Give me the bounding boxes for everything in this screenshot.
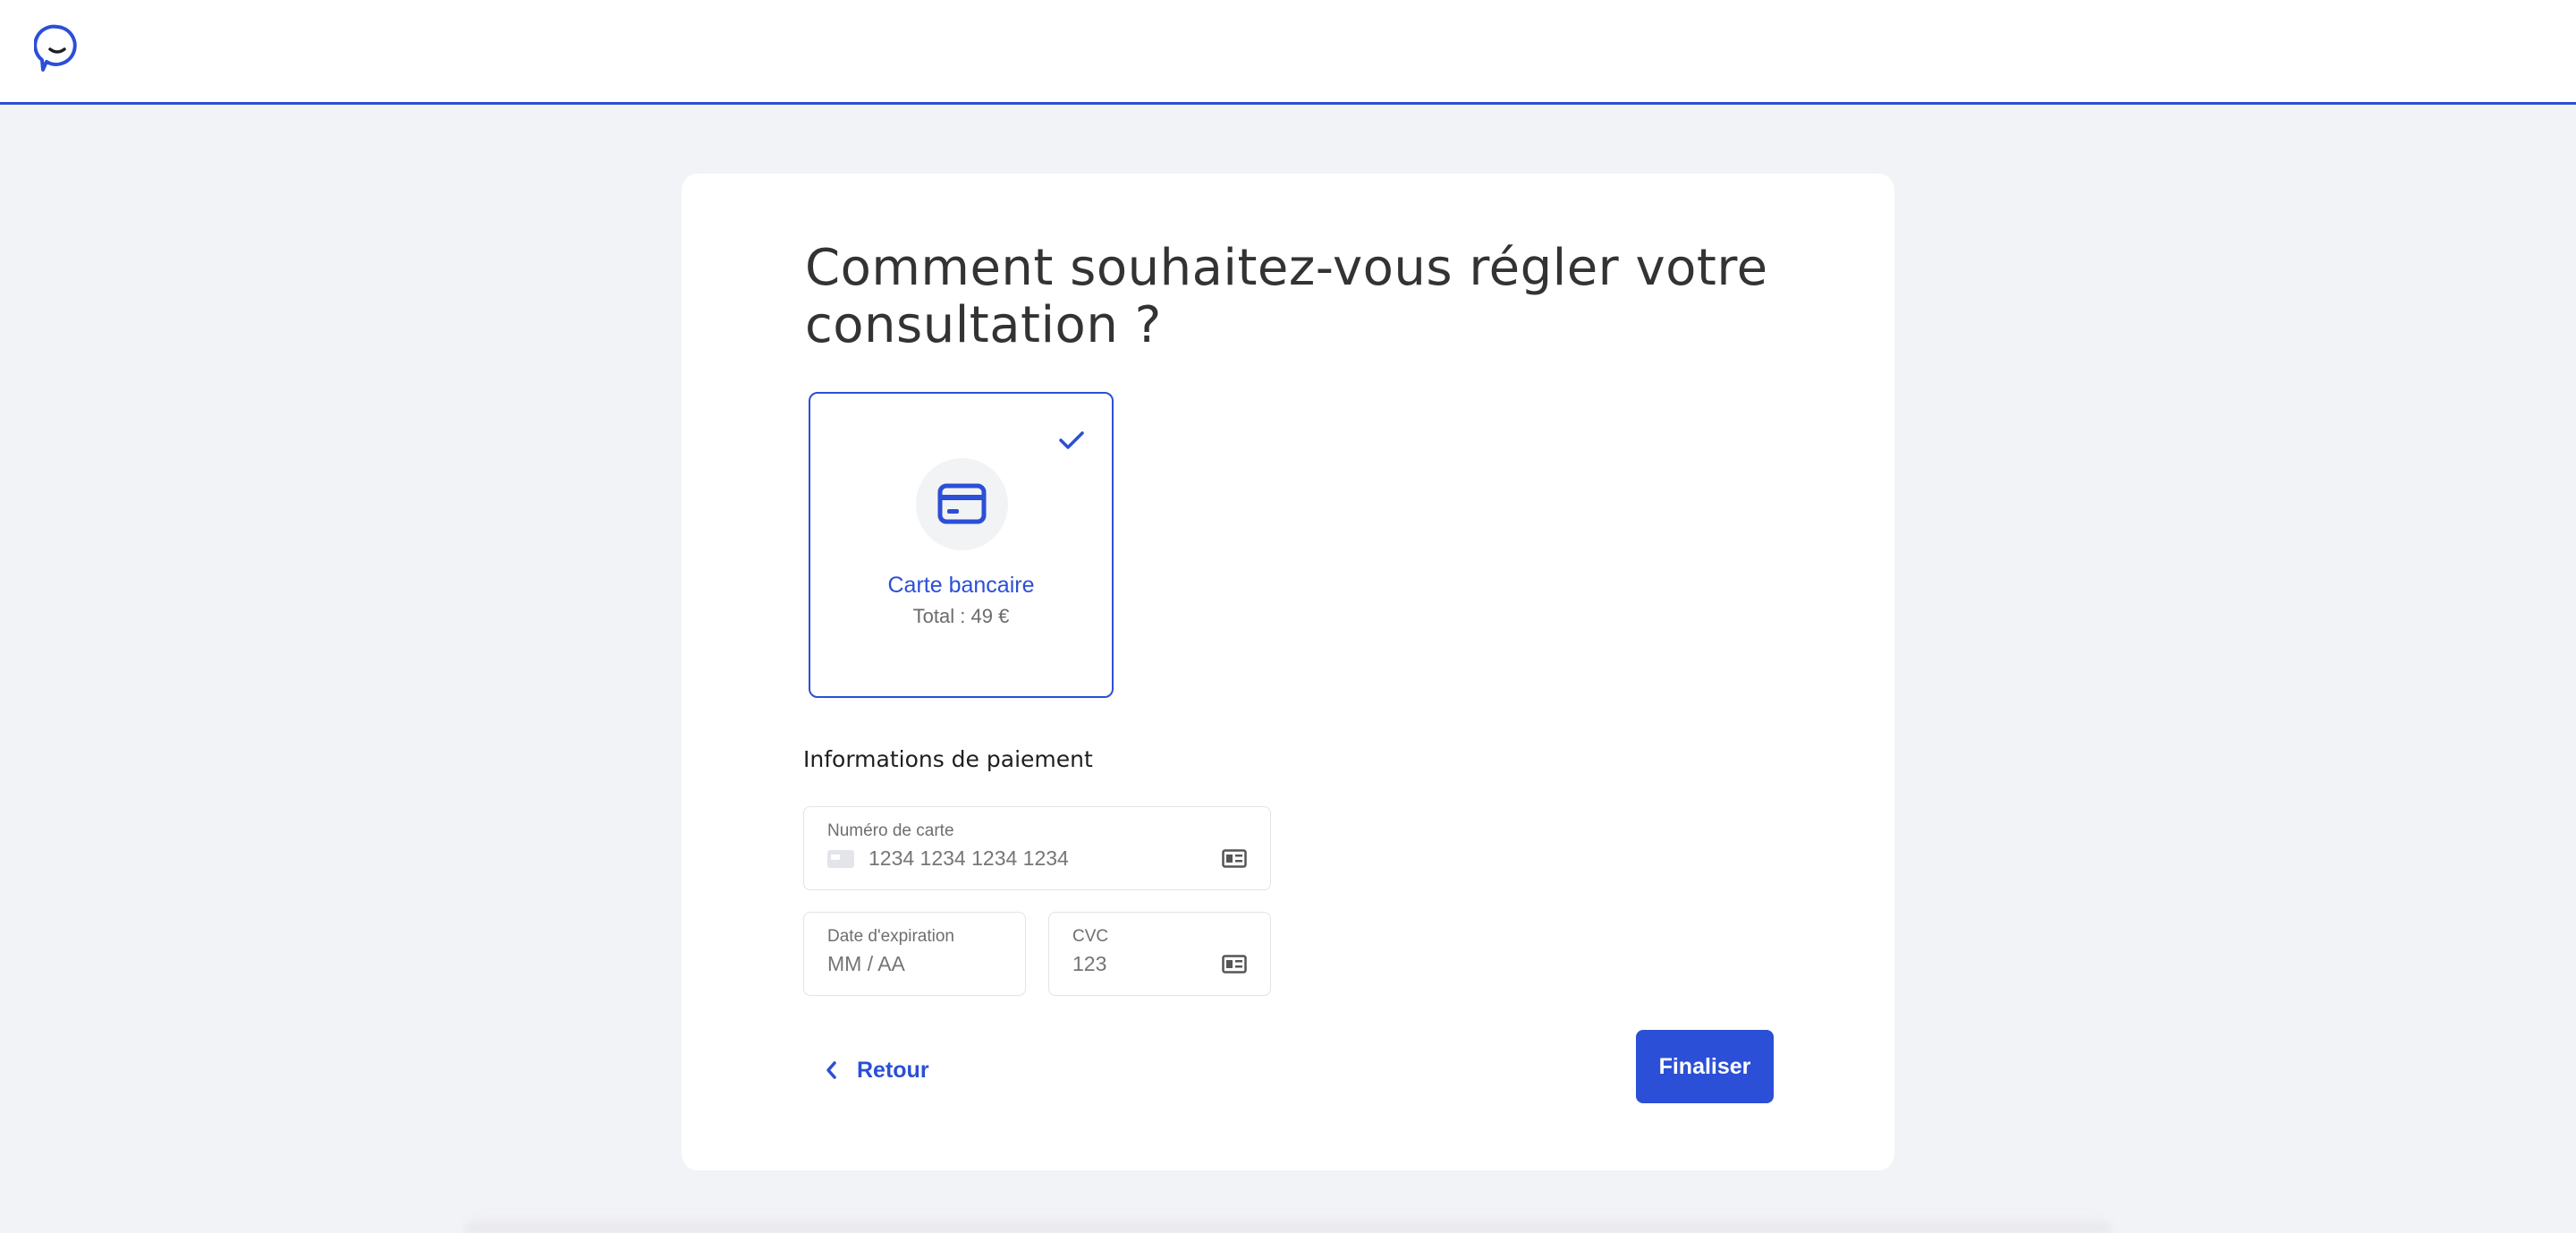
card-number-input[interactable]: [869, 846, 1208, 871]
cvc-label: CVC: [1072, 927, 1109, 946]
method-icon-circle: [916, 458, 1008, 550]
logo-icon[interactable]: [34, 23, 80, 73]
top-bar: [0, 0, 2576, 105]
expiry-date-field[interactable]: Date d'expiration: [803, 912, 1026, 996]
back-label: Retour: [857, 1057, 929, 1083]
checkmark-icon: [1059, 431, 1084, 449]
chevron-left-icon: [826, 1061, 836, 1079]
credit-card-icon: [937, 483, 987, 524]
cvc-input[interactable]: [1072, 952, 1207, 976]
payment-method-label: Carte bancaire: [887, 573, 1035, 598]
bottom-panel-edge: [465, 1213, 2111, 1233]
expiry-date-label: Date d'expiration: [827, 927, 954, 946]
payment-total: Total : 49 €: [912, 605, 1010, 627]
card-scan-icon: [1222, 849, 1247, 868]
cvc-card-icon: [1222, 955, 1247, 974]
card-number-field[interactable]: Numéro de carte: [803, 806, 1271, 890]
cvc-field[interactable]: CVC: [1048, 912, 1271, 996]
card-number-label: Numéro de carte: [827, 821, 954, 840]
card-brand-icon: [827, 850, 854, 868]
back-button[interactable]: Retour: [825, 1050, 929, 1090]
finalize-button[interactable]: Finaliser: [1636, 1030, 1774, 1103]
payment-info-heading: Informations de paiement: [803, 746, 1093, 772]
payment-method-card-option[interactable]: Carte bancaire Total : 49 €: [809, 392, 1114, 698]
payment-card: Comment souhaitez-vous régler votre cons…: [682, 174, 1894, 1170]
expiry-date-input[interactable]: [827, 952, 1006, 976]
page-title: Comment souhaitez-vous régler votre cons…: [805, 239, 1768, 354]
